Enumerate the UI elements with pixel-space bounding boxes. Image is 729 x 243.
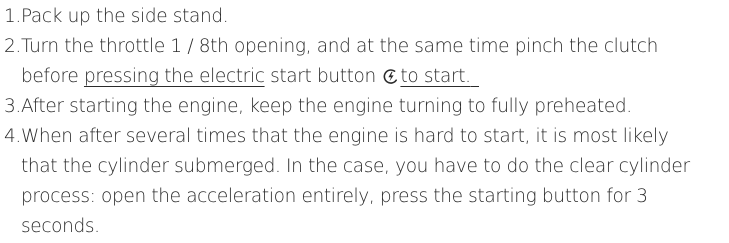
step-2-line-2: before pressing the electric start butto… <box>4 62 728 92</box>
step-2-text-middle: start button <box>264 66 376 87</box>
step-4-line-1: 4.When after several times that the engi… <box>4 126 669 147</box>
electric-start-icon <box>382 65 399 84</box>
step-4-line-4: seconds. <box>21 216 100 237</box>
step-2-line-1: 2.Turn the throttle 1 / 8th opening, and… <box>4 36 658 57</box>
step-3: 3.After starting the engine, keep the en… <box>4 96 632 117</box>
step-4-line-2: that the cylinder submerged. In the case… <box>21 156 690 177</box>
step-4-line-3: process: open the acceleration entirely,… <box>21 186 648 207</box>
underline-extension <box>470 86 479 87</box>
step-2-underlined-end: to start. <box>400 66 471 87</box>
step-2-underlined-phrase: pressing the electric <box>83 66 265 87</box>
instruction-list: 1.Pack up the side stand. 2.Turn the thr… <box>4 2 728 242</box>
step-1: 1.Pack up the side stand. <box>4 6 229 27</box>
step-2-text-before: before <box>21 66 84 87</box>
